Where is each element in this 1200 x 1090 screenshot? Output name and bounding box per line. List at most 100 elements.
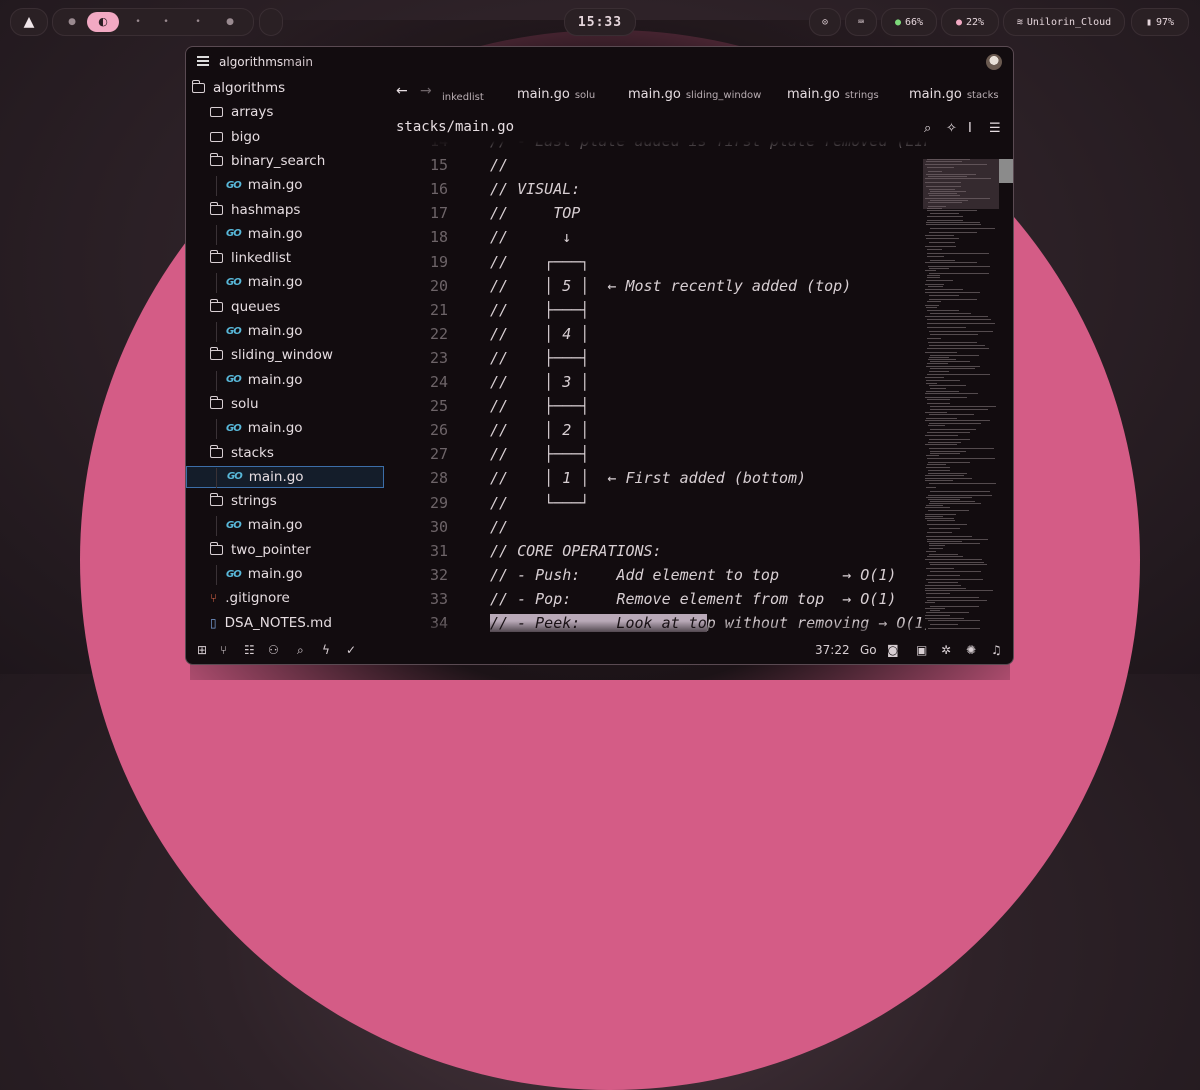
workspace-dot[interactable]: • (193, 17, 203, 27)
folder-open-icon (210, 347, 223, 361)
ghost-icon[interactable]: ● (67, 17, 77, 27)
code-line[interactable]: // CORE OPERATIONS: (490, 542, 662, 560)
outline-icon[interactable]: ☷ (244, 643, 255, 657)
tree-folder[interactable]: bigo (186, 126, 408, 148)
minimap[interactable] (921, 159, 1001, 639)
workspace-switcher[interactable]: ● ◐ • • • ● (52, 8, 254, 36)
code-line[interactable]: // VISUAL: (490, 180, 580, 198)
tree-file[interactable]: ⑂ .gitignore (186, 587, 408, 609)
memory-indicator[interactable]: ● 22% (941, 8, 999, 36)
minimap-line (929, 268, 949, 269)
cursor-position[interactable]: 37:22 (815, 643, 850, 657)
folder-icon (210, 131, 223, 142)
terminal-icon[interactable]: ▣ (916, 643, 927, 657)
tree-folder[interactable]: hashmaps (186, 199, 408, 221)
code-line[interactable]: // ┌───┐ (490, 253, 589, 271)
code-line[interactable]: // │ 3 │ (490, 373, 589, 391)
empty-slot[interactable] (259, 8, 283, 36)
clock[interactable]: 15:33 (564, 8, 636, 36)
wifi-indicator[interactable]: ≋ Unilorin_Cloud (1003, 8, 1125, 36)
line-number: 18 (429, 228, 448, 247)
code-line[interactable]: // │ 1 │ ← First added (bottom) (490, 469, 806, 487)
bolt-icon[interactable]: ϟ (322, 643, 330, 657)
code-line[interactable]: // TOP (490, 204, 580, 222)
tree-root[interactable]: algorithms (192, 77, 390, 99)
tab-stacks-active[interactable]: main.go stacks (909, 83, 999, 102)
tab-linkedlist[interactable]: inkedlist (442, 85, 484, 104)
code-line[interactable]: // - Pop: Remove element from top → O(1) (490, 590, 896, 608)
tab-solu[interactable]: main.go solu (517, 83, 595, 102)
minimap-line (930, 564, 987, 565)
ghost-icon[interactable]: ● (225, 17, 235, 27)
tree-file[interactable]: ▯ DSA_NOTES.md (186, 612, 408, 634)
go-file-icon: GO (226, 374, 242, 386)
branch-name[interactable]: main (283, 55, 313, 69)
breadcrumb[interactable]: stacks/main.go (396, 119, 514, 135)
tree-folder[interactable]: queues (186, 296, 408, 318)
copilot-icon[interactable]: ◙ (887, 643, 899, 657)
tab-dir: strings (844, 90, 879, 101)
avatar[interactable] (986, 54, 1002, 70)
code-line[interactable]: // ├───┤ (490, 301, 589, 319)
workspace-active[interactable]: ◐ (87, 12, 119, 32)
menu-icon[interactable] (197, 56, 209, 66)
minimap-line (929, 385, 966, 386)
tree-folder[interactable]: solu (186, 393, 408, 415)
tree-folder[interactable]: linkedlist (186, 247, 408, 269)
cpu-indicator[interactable]: ● 66% (881, 8, 937, 36)
record-indicator[interactable]: ⊙ (809, 8, 841, 36)
tab-label: inkedlist (442, 92, 484, 103)
code-line[interactable]: // │ 4 │ (490, 325, 589, 343)
project-name[interactable]: algorithms (219, 55, 283, 69)
code-line[interactable]: // ↓ (490, 228, 571, 246)
tab-strings[interactable]: main.go strings (787, 83, 879, 102)
tree-folder[interactable]: sliding_window (186, 344, 408, 366)
text-cursor-icon[interactable]: I (968, 121, 972, 136)
project-panel-icon[interactable]: ⊞ (197, 643, 207, 657)
minimap-line (930, 429, 976, 430)
tree-folder[interactable]: arrays (186, 101, 408, 123)
minimap-viewport[interactable] (923, 159, 999, 209)
assistant-icon[interactable]: ✺ (966, 643, 976, 657)
code-line[interactable]: // - Push: Add element to top → O(1) (490, 566, 896, 584)
code-line[interactable]: // ├───┤ (490, 397, 589, 415)
collab-icon[interactable]: ⚇ (268, 643, 279, 657)
tree-folder[interactable]: strings (186, 490, 408, 512)
code-line[interactable]: // ├───┤ (490, 349, 589, 367)
tree-folder[interactable]: stacks (186, 442, 408, 464)
code-line[interactable]: // ├───┤ (490, 445, 589, 463)
tree-folder[interactable]: two_pointer (186, 539, 408, 561)
folder-open-icon (210, 250, 223, 264)
search-icon[interactable]: ⌕ (297, 643, 304, 658)
back-arrow-icon[interactable]: ← (396, 83, 408, 99)
minimap-line (925, 435, 958, 436)
tree-item-label: main.go (247, 566, 303, 582)
code-line[interactable]: // │ 5 │ ← Most recently added (top) (490, 277, 851, 295)
minimap-line (926, 418, 957, 419)
keyboard-indicator[interactable]: ⌨ (845, 8, 877, 36)
launcher-button[interactable]: ▲ (10, 8, 48, 36)
minimap-line (926, 487, 936, 488)
code-line[interactable]: // └───┘ (490, 494, 589, 512)
language-mode[interactable]: Go (860, 643, 877, 657)
minimap-line (928, 359, 956, 360)
workspace-dot[interactable]: • (161, 17, 171, 27)
workspace-dot[interactable]: • (133, 17, 143, 27)
code-editor[interactable]: 14// - Last plate added is first plate r… (386, 141, 926, 639)
settings-icon[interactable]: ☰ (989, 121, 1001, 136)
git-branch-icon[interactable]: ⑂ (220, 643, 227, 657)
tab-sliding-window[interactable]: main.go sliding_window (628, 83, 761, 102)
code-line[interactable]: // (490, 518, 508, 536)
bell-icon[interactable]: ♫ (991, 643, 1002, 657)
check-icon[interactable]: ✓ (346, 643, 356, 657)
battery-indicator[interactable]: ▮ 97% (1131, 8, 1189, 36)
forward-arrow-icon[interactable]: → (420, 83, 432, 99)
scrollbar-thumb[interactable] (999, 159, 1013, 183)
search-icon[interactable]: ⌕ (924, 121, 931, 136)
code-line[interactable]: // │ 2 │ (490, 421, 589, 439)
debug-icon[interactable]: ✲ (941, 643, 951, 657)
tree-folder[interactable]: binary_search (186, 150, 408, 172)
minimap-line (925, 478, 972, 479)
tree-item-label: main.go (247, 274, 303, 291)
sparkle-icon[interactable]: ✧ (946, 121, 957, 136)
